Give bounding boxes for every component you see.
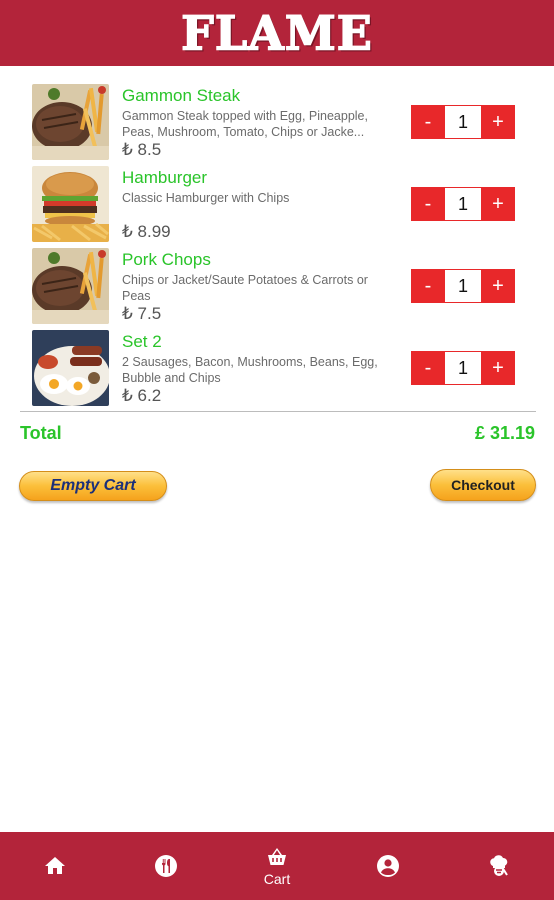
increase-qty-button[interactable]: + [481, 187, 515, 221]
quantity-value: 1 [445, 351, 481, 385]
item-image-hamburger [32, 166, 109, 242]
item-info: Set 2 2 Sausages, Bacon, Mushrooms, Bean… [122, 332, 394, 386]
item-image-set-2 [32, 330, 109, 406]
account-icon [376, 855, 399, 877]
home-icon [45, 857, 66, 874]
item-name: Pork Chops [122, 250, 211, 269]
item-description: Classic Hamburger with Chips [122, 191, 290, 205]
cart-item: Set 2 2 Sausages, Bacon, Mushrooms, Bean… [0, 326, 554, 408]
chef-icon [489, 855, 508, 876]
item-name: Gammon Steak [122, 86, 241, 105]
nav-cart-label: Cart [263, 871, 291, 887]
quantity-value: 1 [445, 105, 481, 139]
item-info: Gammon Steak Gammon Steak topped with Eg… [122, 86, 394, 140]
cart-screen: FLAME Gammon Steak Gammon Steak topped w… [0, 0, 554, 900]
item-image-gammon-steak [32, 84, 109, 160]
decrease-qty-button[interactable]: - [411, 269, 445, 303]
item-image-pork-chops [32, 248, 109, 324]
app-header: FLAME [0, 0, 554, 66]
cart-item: Gammon Steak Gammon Steak topped with Eg… [0, 80, 554, 162]
cart-item-list: Gammon Steak Gammon Steak topped with Eg… [0, 80, 554, 408]
app-logo: FLAME [180, 5, 373, 62]
quantity-stepper: - 1 + [411, 351, 515, 385]
increase-qty-button[interactable]: + [481, 351, 515, 385]
quantity-stepper: - 1 + [411, 187, 515, 221]
total-label: Total [20, 423, 62, 443]
restaurant-icon [155, 855, 178, 877]
cart-item: Hamburger Classic Hamburger with Chips ₺… [0, 162, 554, 244]
checkout-button[interactable]: Checkout [430, 469, 536, 501]
item-info: Pork Chops Chips or Jacket/Saute Potatoe… [122, 250, 394, 304]
item-price: ₺ 7.5 [122, 304, 162, 323]
nav-menu[interactable] [111, 832, 222, 900]
total-divider [20, 411, 536, 412]
item-price: ₺ 8.99 [122, 222, 171, 241]
increase-qty-button[interactable]: + [481, 105, 515, 139]
item-description: Chips or Jacket/Saute Potatoes & Carrots… [122, 273, 368, 303]
item-price: ₺ 8.5 [122, 140, 162, 159]
quantity-stepper: - 1 + [411, 105, 515, 139]
item-name: Set 2 [122, 332, 162, 351]
decrease-qty-button[interactable]: - [411, 187, 445, 221]
decrease-qty-button[interactable]: - [411, 351, 445, 385]
increase-qty-button[interactable]: + [481, 269, 515, 303]
quantity-value: 1 [445, 269, 481, 303]
nav-chef[interactable] [443, 832, 554, 900]
quantity-value: 1 [445, 187, 481, 221]
basket-icon [267, 848, 286, 865]
cart-item: Pork Chops Chips or Jacket/Saute Potatoe… [0, 244, 554, 326]
nav-account[interactable] [332, 832, 443, 900]
nav-cart[interactable]: Cart [222, 832, 333, 900]
item-info: Hamburger Classic Hamburger with Chips [122, 168, 394, 206]
item-name: Hamburger [122, 168, 208, 187]
item-price: ₺ 6.2 [122, 386, 162, 405]
quantity-stepper: - 1 + [411, 269, 515, 303]
nav-home[interactable] [0, 832, 111, 900]
bottom-navigation: Cart [0, 832, 554, 900]
decrease-qty-button[interactable]: - [411, 105, 445, 139]
item-description: Gammon Steak topped with Egg, Pineapple,… [122, 109, 368, 139]
empty-cart-button[interactable]: Empty Cart [19, 471, 167, 501]
total-value: £ 31.19 [474, 423, 535, 443]
item-description: 2 Sausages, Bacon, Mushrooms, Beans, Egg… [122, 355, 378, 385]
